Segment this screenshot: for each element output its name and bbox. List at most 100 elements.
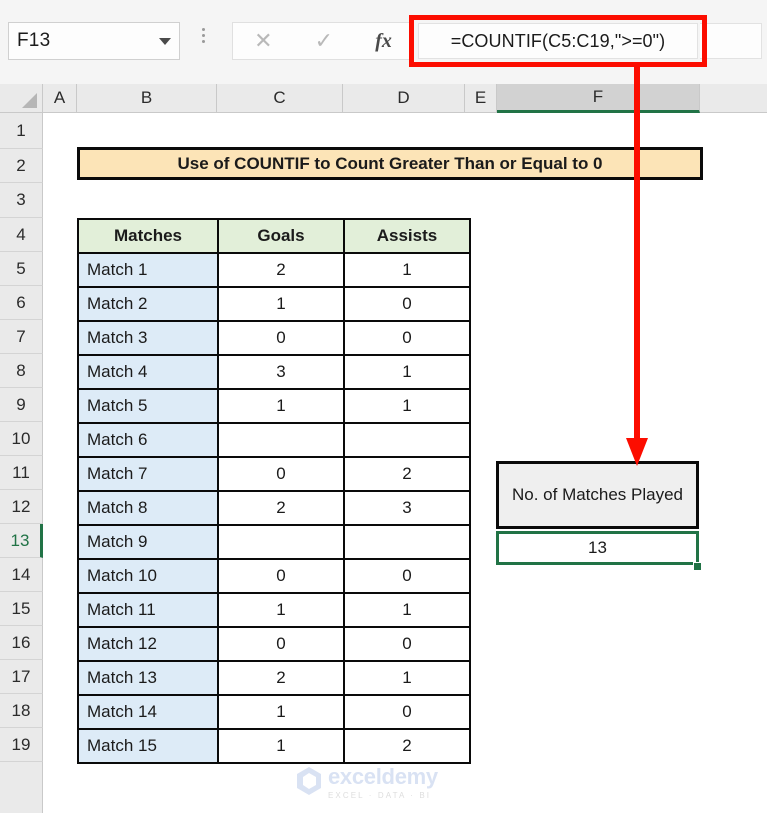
cell-goals[interactable]: 0 (217, 626, 345, 662)
row-header-1[interactable]: 1 (0, 113, 43, 149)
column-header-a[interactable]: A (43, 84, 77, 113)
selected-cell-f13[interactable]: 13 (496, 531, 699, 565)
cell-goals[interactable]: 0 (217, 558, 345, 594)
cell-match-label[interactable]: Match 6 (77, 422, 219, 458)
column-header-f[interactable]: F (497, 84, 700, 113)
cell-assists[interactable]: 2 (343, 728, 471, 764)
cell-match-label[interactable]: Match 4 (77, 354, 219, 390)
cell-goals[interactable]: 1 (217, 388, 345, 424)
cell-match-label[interactable]: Match 11 (77, 592, 219, 628)
row-header-12[interactable]: 12 (0, 490, 43, 524)
row-header-19[interactable]: 19 (0, 728, 43, 762)
row-header-2[interactable]: 2 (0, 149, 43, 183)
cell-goals[interactable]: 3 (217, 354, 345, 390)
row-header-14[interactable]: 14 (0, 558, 43, 592)
table-row[interactable]: Match 11 1 1 (77, 592, 471, 628)
cell-match-label[interactable]: Match 3 (77, 320, 219, 356)
check-icon[interactable]: ✓ (315, 30, 333, 52)
cell-assists[interactable]: 1 (343, 354, 471, 390)
cell-match-label[interactable]: Match 5 (77, 388, 219, 424)
table-row[interactable]: Match 14 1 0 (77, 694, 471, 730)
table-row[interactable]: Match 702 (77, 456, 471, 492)
table-row[interactable]: Match 12 0 0 (77, 626, 471, 662)
row-header-4[interactable]: 4 (0, 218, 43, 252)
table-body: Match 121 Match 210 Match 300 Match 431 … (77, 252, 471, 764)
fill-handle[interactable] (693, 562, 702, 571)
cell-assists[interactable]: 1 (343, 592, 471, 628)
cell-goals[interactable]: 0 (217, 456, 345, 492)
cell-assists[interactable]: 1 (343, 252, 471, 288)
cell-goals[interactable]: 2 (217, 252, 345, 288)
table-row[interactable]: Match 15 1 2 (77, 728, 471, 764)
row-header-3[interactable]: 3 (0, 183, 43, 218)
insert-function-icon[interactable]: fx (375, 31, 392, 51)
cell-match-label[interactable]: Match 1 (77, 252, 219, 288)
cell-goals[interactable]: 1 (217, 592, 345, 628)
cell-match-label[interactable]: Match 9 (77, 524, 219, 560)
column-header-c[interactable]: C (217, 84, 343, 113)
cell-goals[interactable]: 1 (217, 286, 345, 322)
hexagon-logo-icon (297, 767, 321, 795)
column-header-g[interactable] (700, 84, 767, 113)
cell-goals[interactable]: 1 (217, 728, 345, 764)
cell-match-label[interactable]: Match 10 (77, 558, 219, 594)
cell-assists[interactable]: 0 (343, 558, 471, 594)
cell-assists[interactable] (343, 524, 471, 560)
cell-match-label[interactable]: Match 8 (77, 490, 219, 526)
row-header-8[interactable]: 8 (0, 354, 43, 388)
cell-assists[interactable]: 0 (343, 626, 471, 662)
cell-assists[interactable]: 3 (343, 490, 471, 526)
cell-goals[interactable]: 1 (217, 694, 345, 730)
cell-match-label[interactable]: Match 2 (77, 286, 219, 322)
table-row[interactable]: Match 511 (77, 388, 471, 424)
cell-assists[interactable]: 2 (343, 456, 471, 492)
cell-goals[interactable] (217, 524, 345, 560)
row-header-column: 1 2 3 4 5 6 7 8 9 10 11 12 13 14 15 16 1… (0, 113, 43, 813)
column-header-e[interactable]: E (465, 84, 497, 113)
table-row[interactable]: Match 210 (77, 286, 471, 322)
exceldemy-watermark: exceldemy EXCEL · DATA · BI (296, 766, 496, 810)
table-row[interactable]: Match 823 (77, 490, 471, 526)
cell-assists[interactable] (343, 422, 471, 458)
row-header-6[interactable]: 6 (0, 286, 43, 320)
row-header-7[interactable]: 7 (0, 320, 43, 354)
row-header-13[interactable]: 13 (0, 524, 43, 558)
row-header-16[interactable]: 16 (0, 626, 43, 660)
chevron-down-icon[interactable] (159, 37, 171, 45)
name-box[interactable]: F13 (8, 22, 180, 60)
cell-match-label[interactable]: Match 15 (77, 728, 219, 764)
cell-goals[interactable]: 2 (217, 490, 345, 526)
table-row[interactable]: Match 431 (77, 354, 471, 390)
row-header-9[interactable]: 9 (0, 388, 43, 422)
cell-match-label[interactable]: Match 14 (77, 694, 219, 730)
column-header-b[interactable]: B (77, 84, 217, 113)
column-header-assists: Assists (343, 218, 471, 254)
table-row[interactable]: Match 9 (77, 524, 471, 560)
cell-goals[interactable]: 0 (217, 320, 345, 356)
table-row[interactable]: Match 13 2 1 (77, 660, 471, 696)
result-label: No. of Matches Played (496, 461, 699, 529)
row-header-17[interactable]: 17 (0, 660, 43, 694)
cell-goals[interactable] (217, 422, 345, 458)
row-header-5[interactable]: 5 (0, 252, 43, 286)
table-row[interactable]: Match 10 0 0 (77, 558, 471, 594)
cell-assists[interactable]: 1 (343, 388, 471, 424)
cell-assists[interactable]: 1 (343, 660, 471, 696)
row-header-15[interactable]: 15 (0, 592, 43, 626)
table-row[interactable]: Match 121 (77, 252, 471, 288)
select-all-corner[interactable] (0, 84, 43, 113)
row-header-18[interactable]: 18 (0, 694, 43, 728)
cell-match-label[interactable]: Match 7 (77, 456, 219, 492)
cell-match-label[interactable]: Match 12 (77, 626, 219, 662)
column-header-d[interactable]: D (343, 84, 465, 113)
cell-assists[interactable]: 0 (343, 320, 471, 356)
table-row[interactable]: Match 300 (77, 320, 471, 356)
table-row[interactable]: Match 6 (77, 422, 471, 458)
cell-match-label[interactable]: Match 13 (77, 660, 219, 696)
close-icon[interactable]: ✕ (254, 30, 272, 52)
row-header-11[interactable]: 11 (0, 456, 43, 490)
cell-goals[interactable]: 2 (217, 660, 345, 696)
row-header-10[interactable]: 10 (0, 422, 43, 456)
cell-assists[interactable]: 0 (343, 694, 471, 730)
cell-assists[interactable]: 0 (343, 286, 471, 322)
